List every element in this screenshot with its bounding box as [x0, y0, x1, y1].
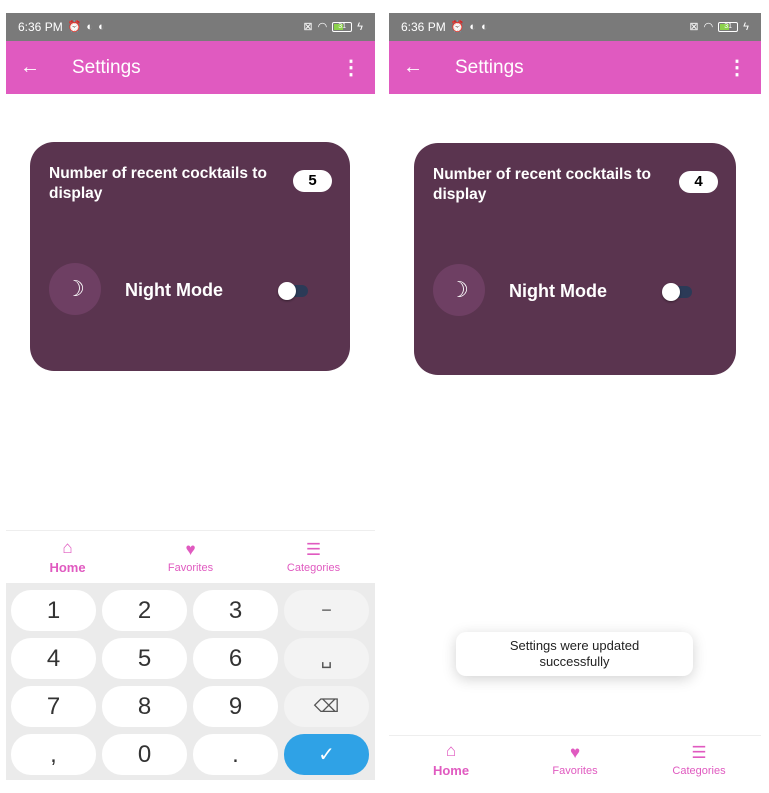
phone-right: 6:36 PM ⏰ ◐ ◐ ⊠ ◠ 31 ϟ ← Settings ⋮ Numb…: [389, 13, 761, 783]
charging-icon: ϟ: [357, 20, 363, 33]
key-9[interactable]: 9: [193, 686, 278, 727]
list-icon: ☰: [691, 742, 707, 762]
more-options-icon[interactable]: ⋮: [341, 55, 361, 80]
app-notification-icon: ◐: [86, 20, 94, 33]
phone-left: 6:36 PM ⏰ ◐ ◐ ⊠ ◠ 31 ϟ ← Settings ⋮ Numb…: [6, 13, 375, 780]
battery-icon: 31: [718, 22, 739, 32]
settings-card: Number of recent cocktails to display 5 …: [30, 142, 350, 371]
sim-off-icon: ⊠: [689, 20, 699, 33]
key-done[interactable]: ✓: [284, 734, 369, 775]
night-mode-toggle[interactable]: [662, 283, 694, 301]
bottom-navigation: ⌂ Home ♥ Favorites ☰ Categories: [6, 530, 375, 582]
nav-categories[interactable]: ☰ Categories: [259, 540, 369, 574]
key-1[interactable]: 1: [11, 590, 96, 631]
battery-icon: 31: [332, 22, 353, 32]
sim-off-icon: ⊠: [303, 20, 313, 33]
app-bar: ← Settings ⋮: [6, 41, 375, 94]
key-7[interactable]: 7: [11, 686, 96, 727]
numeric-keyboard: 1 2 3 − 4 5 6 ␣ 7 8 9 ⌫ , 0 . ✓: [6, 583, 375, 780]
page-title: Settings: [455, 56, 524, 78]
key-8[interactable]: 8: [102, 686, 187, 727]
bottom-navigation: ⌂ Home ♥ Favorites ☰ Categories: [389, 735, 761, 783]
nav-home[interactable]: ⌂ Home: [13, 538, 123, 575]
heart-icon: ♥: [569, 742, 581, 762]
night-mode-label: Night Mode: [125, 280, 223, 300]
key-comma[interactable]: ,: [11, 734, 96, 775]
key-4[interactable]: 4: [11, 638, 96, 679]
status-time: 6:36 PM: [18, 20, 63, 34]
nav-favorites[interactable]: ♥ Favorites: [520, 743, 630, 777]
night-mode-label: Night Mode: [509, 281, 607, 301]
status-time: 6:36 PM: [401, 20, 446, 34]
recent-cocktails-input[interactable]: 4: [679, 171, 718, 193]
app-bar: ← Settings ⋮: [389, 41, 761, 94]
key-period[interactable]: .: [193, 734, 278, 775]
moon-icon: ☽: [433, 264, 485, 316]
status-bar: 6:36 PM ⏰ ◐ ◐ ⊠ ◠ 31 ϟ: [389, 13, 761, 41]
nav-home[interactable]: ⌂ Home: [396, 741, 506, 778]
key-3[interactable]: 3: [193, 590, 278, 631]
recent-cocktails-label: Number of recent cocktails to display: [433, 166, 651, 203]
wifi-icon: ◠: [317, 20, 328, 33]
toast-message: Settings were updated successfully: [456, 632, 693, 676]
status-bar: 6:36 PM ⏰ ◐ ◐ ⊠ ◠ 31 ϟ: [6, 13, 375, 41]
back-arrow-icon[interactable]: ←: [403, 56, 443, 79]
app-notification-icon: ◐: [481, 20, 488, 33]
nav-favorites[interactable]: ♥ Favorites: [136, 540, 246, 574]
nav-categories[interactable]: ☰ Categories: [644, 743, 754, 777]
key-6[interactable]: 6: [193, 638, 278, 679]
wifi-icon: ◠: [703, 20, 714, 33]
charging-icon: ϟ: [743, 20, 749, 33]
recent-cocktails-input[interactable]: 5: [293, 170, 332, 192]
recent-cocktails-label: Number of recent cocktails to display: [49, 165, 267, 202]
settings-card: Number of recent cocktails to display 4 …: [414, 143, 736, 375]
home-icon: ⌂: [62, 538, 73, 557]
back-arrow-icon[interactable]: ←: [20, 56, 60, 79]
key-minus[interactable]: −: [284, 590, 369, 631]
alarm-off-icon: ⏰: [450, 20, 465, 33]
key-space[interactable]: ␣: [284, 638, 369, 679]
key-5[interactable]: 5: [102, 638, 187, 679]
heart-icon: ♥: [185, 539, 196, 559]
key-0[interactable]: 0: [102, 734, 187, 775]
more-options-icon[interactable]: ⋮: [727, 55, 747, 80]
list-icon: ☰: [305, 539, 322, 559]
app-notification-icon: ◐: [98, 20, 105, 33]
night-mode-toggle[interactable]: [278, 282, 310, 300]
moon-icon: ☽: [49, 263, 101, 315]
alarm-off-icon: ⏰: [67, 20, 82, 33]
key-backspace[interactable]: ⌫: [284, 686, 369, 727]
page-title: Settings: [72, 56, 141, 78]
home-icon: ⌂: [445, 741, 457, 760]
key-2[interactable]: 2: [102, 590, 187, 631]
app-notification-icon: ◐: [469, 20, 477, 33]
